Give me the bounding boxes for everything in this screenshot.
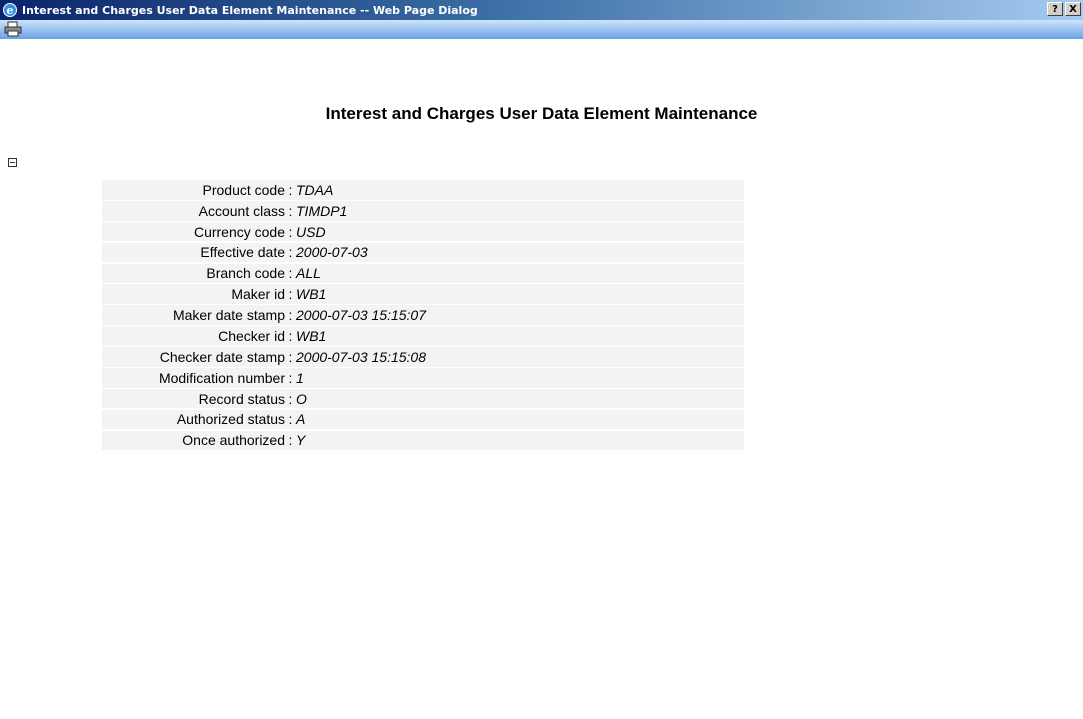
field-value: ALL [296,265,321,282]
field-value: A [296,411,306,428]
field-separator: : [288,202,293,219]
svg-text:e: e [7,4,14,17]
field-row: Checker date stamp:2000-07-03 15:15:08 [102,347,744,367]
collapse-minus-icon[interactable] [8,158,17,167]
ie-icon: e [3,3,17,17]
field-label: Once authorized [182,432,285,449]
field-label: Branch code [206,265,285,282]
field-value: Y [296,432,306,449]
field-value: 2000-07-03 15:15:07 [296,307,426,324]
field-separator: : [288,244,293,261]
field-row: Account class: TIMDP1 [102,200,744,221]
field-row: Branch code: ALL [102,263,744,284]
field-label: Authorized status [176,411,285,428]
field-label: Maker date stamp [172,307,285,324]
field-value: WB1 [296,286,327,303]
field-separator: : [288,369,293,386]
field-label: Record status [198,390,285,407]
printer-icon[interactable] [4,21,22,37]
field-label: Effective date [200,244,285,261]
field-row: Record status: O [102,388,744,409]
field-row: Effective date:2000-07-03 [102,242,744,263]
title-bar: e Interest and Charges User Data Element… [0,0,1083,20]
field-row: Product code: TDAA [102,180,744,200]
field-separator: : [288,390,293,407]
page-title: Interest and Charges User Data Element M… [325,104,758,123]
field-value: TDAA [296,181,334,198]
field-value: TIMDP1 [296,202,348,219]
field-row: Once authorized: Y [102,430,744,451]
close-button[interactable]: X [1065,2,1081,16]
field-label: Maker id [231,286,285,303]
field-separator: : [288,411,293,428]
field-label: Product code [202,181,286,198]
field-separator: : [288,327,293,344]
field-label: Account class [198,202,285,219]
field-label: Checker date stamp [159,348,285,365]
field-separator: : [288,223,293,240]
field-row: Maker date stamp:2000-07-03 15:15:07 [102,305,744,325]
field-row: Modification number:1 [102,367,744,388]
field-value: WB1 [296,327,327,344]
toolbar-strip [0,20,1083,39]
field-label: Checker id [218,327,285,344]
window-title: Interest and Charges User Data Element M… [22,3,478,17]
field-row: Maker id: WB1 [102,284,744,305]
field-row: Authorized status: A [102,409,744,430]
field-value: O [296,390,307,407]
field-separator: : [288,348,293,365]
field-label: Modification number [158,369,285,386]
field-row: Checker id: WB1 [102,326,744,346]
field-value: 2000-07-03 15:15:08 [296,348,426,365]
field-value: 1 [296,369,304,386]
field-separator: : [288,286,293,303]
toolbar [0,20,1083,64]
field-separator: : [288,432,293,449]
field-value: USD [296,223,326,240]
field-separator: : [288,265,293,282]
help-button[interactable]: ? [1047,2,1063,16]
field-row: Currency code: USD [102,221,744,242]
field-separator: : [288,181,293,198]
field-value: 2000-07-03 [296,244,368,261]
details-table: Product code: TDAA Account class: TIMDP1 Cur… [102,180,744,451]
field-label: Currency code [193,223,285,240]
field-separator: : [288,307,293,324]
